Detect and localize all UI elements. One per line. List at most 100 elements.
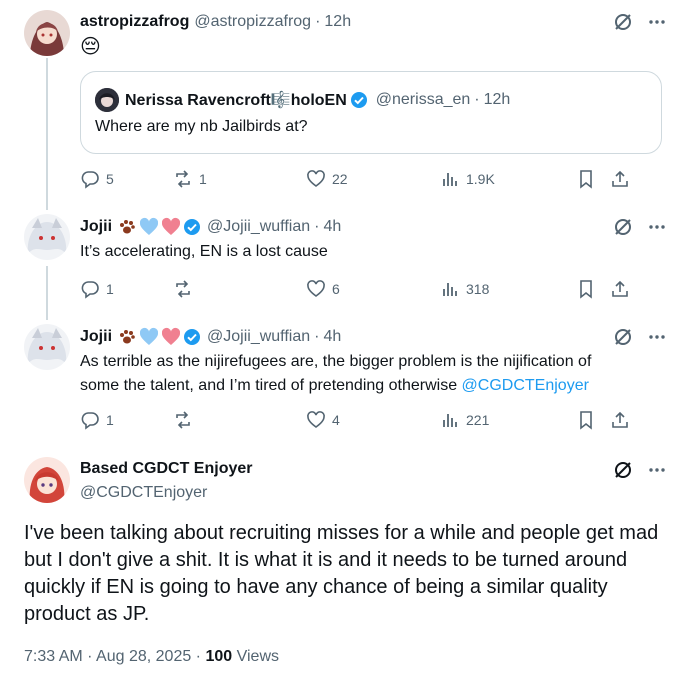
repost-button[interactable] — [173, 410, 306, 430]
bookmark-button[interactable] — [576, 169, 610, 189]
separator-dot: · — [314, 218, 320, 235]
tweet-text-line: some the talent, and I’m tired of preten… — [80, 374, 591, 398]
views-label: Views — [232, 648, 279, 665]
tweet-text: 😔 — [80, 36, 101, 58]
tweet-header: Jojii @Jojii_wuffian · 4h — [80, 217, 341, 237]
author-name[interactable]: Based CGDCT Enjoyer — [80, 460, 252, 478]
paw-icon — [117, 217, 137, 237]
quoted-tweet[interactable]: Nerissa Ravencroft🎼holoEN @nerissa_en · … — [80, 71, 662, 154]
action-bar: 5 1 22 1.9K — [80, 169, 662, 189]
views-button[interactable]: 1.9K — [440, 169, 576, 189]
mention-link[interactable]: @CGDCTEnjoyer — [462, 377, 589, 394]
blue-heart-icon — [139, 327, 159, 347]
avatar[interactable] — [24, 457, 70, 503]
repost-icon — [176, 411, 190, 429]
paw-icon — [117, 327, 137, 347]
tweet-header: astropizzafrog @astropizzafrog · 12h — [80, 13, 351, 31]
views-icon — [443, 414, 457, 427]
tweet-text: As terrible as the nijirefugees are, the… — [80, 350, 591, 398]
tweet-top-actions — [613, 460, 667, 480]
bookmark-button[interactable] — [576, 410, 610, 430]
verified-badge-icon — [350, 91, 368, 109]
action-bar: 1 6 318 — [80, 279, 662, 299]
tweet-meta: 7:33 AM · Aug 28, 2025 · 100 Views — [24, 648, 279, 666]
main-tweet-text: I've been talking about recruiting misse… — [24, 522, 659, 625]
author-name[interactable]: Jojii — [80, 218, 112, 236]
repost-icon — [176, 170, 190, 188]
views-icon — [443, 173, 457, 186]
like-icon — [307, 411, 325, 428]
share-button[interactable] — [610, 279, 630, 299]
author-handle[interactable]: @CGDCTEnjoyer — [80, 484, 207, 502]
tweet-text: It’s accelerating, EN is a lost cause — [80, 243, 328, 260]
view-count: 1.9K — [466, 171, 495, 187]
verified-badge-icon — [183, 218, 201, 236]
reply-button[interactable]: 1 — [80, 279, 173, 299]
like-icon — [307, 170, 325, 187]
more-icon[interactable] — [647, 12, 667, 32]
share-button[interactable] — [610, 169, 630, 189]
grok-icon[interactable] — [613, 217, 633, 237]
quote-text: Where are my nb Jailbirds at? — [95, 118, 308, 135]
like-button[interactable]: 6 — [306, 279, 440, 299]
more-icon[interactable] — [647, 460, 667, 480]
like-count: 4 — [332, 412, 340, 428]
view-count: 318 — [466, 281, 490, 297]
author-handle[interactable]: @astropizzafrog — [194, 13, 311, 31]
tweet-header: Jojii @Jojii_wuffian · 4h — [80, 327, 341, 347]
tweet-text-fragment: some the talent, and I’m tired of preten… — [80, 377, 462, 394]
thread-line — [46, 58, 48, 210]
avatar[interactable] — [24, 10, 70, 56]
quote-time: 12h — [483, 91, 511, 108]
avatar[interactable] — [24, 214, 70, 260]
reply-count: 1 — [106, 281, 114, 297]
name-emojis — [117, 327, 201, 347]
author-name[interactable]: astropizzafrog — [80, 13, 189, 31]
pink-heart-icon — [161, 217, 181, 237]
separator-dot: · — [315, 13, 321, 30]
tweet-top-actions — [613, 12, 667, 32]
reply-icon — [81, 281, 99, 299]
reply-icon — [81, 412, 99, 430]
view-count: 221 — [466, 412, 490, 428]
share-icon — [612, 280, 628, 297]
share-icon — [612, 411, 628, 428]
more-icon[interactable] — [647, 327, 667, 347]
repost-count: 1 — [199, 171, 207, 187]
tweet-time[interactable]: 4h — [323, 328, 341, 346]
author-name[interactable]: Jojii — [80, 328, 112, 346]
bookmark-button[interactable] — [576, 279, 610, 299]
separator-dot: · — [314, 328, 320, 345]
like-button[interactable]: 4 — [306, 410, 440, 430]
view-count: 100 — [205, 648, 233, 665]
reply-count: 5 — [106, 171, 114, 187]
author-handle[interactable]: @Jojii_wuffian — [207, 328, 310, 346]
repost-icon — [176, 280, 190, 298]
avatar[interactable] — [24, 324, 70, 370]
views-button[interactable]: 318 — [440, 279, 576, 299]
share-button[interactable] — [610, 410, 630, 430]
bookmark-icon — [580, 411, 592, 430]
more-icon[interactable] — [647, 217, 667, 237]
tweet-time[interactable]: 12h — [324, 13, 351, 31]
like-button[interactable]: 22 — [306, 169, 440, 189]
tweet-top-actions — [613, 327, 667, 347]
avatar — [95, 88, 119, 112]
grok-icon[interactable] — [613, 460, 633, 480]
views-icon — [443, 283, 457, 296]
timestamp[interactable]: 7:33 AM · Aug 28, 2025 · — [24, 648, 205, 665]
share-icon — [612, 170, 628, 187]
tweet-time[interactable]: 4h — [323, 218, 341, 236]
views-button[interactable]: 221 — [440, 410, 576, 430]
pink-heart-icon — [161, 327, 181, 347]
reply-button[interactable]: 1 — [80, 410, 173, 430]
like-count: 22 — [332, 171, 348, 187]
grok-icon[interactable] — [613, 327, 633, 347]
author-handle[interactable]: @Jojii_wuffian — [207, 218, 310, 236]
quote-author-handle: @nerissa_en — [375, 91, 471, 108]
repost-button[interactable] — [173, 279, 306, 299]
repost-button[interactable]: 1 — [173, 169, 306, 189]
reply-button[interactable]: 5 — [80, 169, 173, 189]
bookmark-icon — [580, 170, 592, 189]
grok-icon[interactable] — [613, 12, 633, 32]
